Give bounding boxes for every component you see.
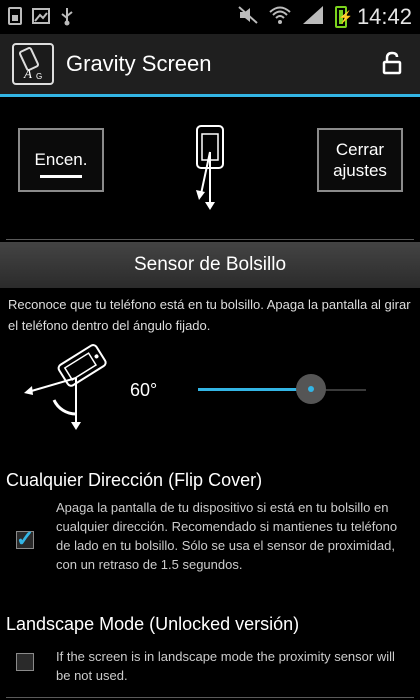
- action-bar: A G Gravity Screen: [0, 34, 420, 94]
- image-icon: [32, 7, 50, 27]
- battery-charging-icon: ⚡: [334, 6, 353, 28]
- status-time: 14:42: [356, 4, 412, 29]
- flip-cover-title: Cualquier Dirección (Flip Cover): [6, 470, 263, 490]
- pocket-sensor-description: Reconoce que tu teléfono está en tu bols…: [8, 297, 411, 333]
- svg-text:G: G: [36, 72, 42, 81]
- app-title: Gravity Screen: [66, 51, 212, 76]
- phone-orientation-icon: [189, 122, 235, 219]
- bottom-divider: [6, 697, 414, 698]
- angle-value: 60°: [130, 380, 158, 400]
- power-toggle-label: Encen.: [34, 150, 88, 169]
- angle-slider-fill: [198, 388, 311, 391]
- svg-text:A: A: [23, 66, 32, 81]
- app-icon[interactable]: A G: [12, 43, 54, 85]
- section-header: Sensor de Bolsillo: [0, 242, 420, 288]
- flip-cover-checkbox[interactable]: ✓: [16, 526, 34, 551]
- landscape-mode-checkbox[interactable]: ✓: [16, 653, 34, 671]
- landscape-mode-summary: If the screen is in landscape mode the p…: [56, 649, 395, 683]
- close-settings-button[interactable]: Cerrar ajustes: [317, 128, 403, 192]
- angle-diagram-icon: [22, 344, 122, 439]
- sim-icon: [8, 6, 22, 28]
- section-divider: [6, 239, 414, 240]
- landscape-mode-title: Landscape Mode (Unlocked versión): [6, 614, 300, 634]
- signal-icon: [301, 5, 325, 30]
- wifi-icon: [269, 5, 291, 30]
- angle-slider-thumb[interactable]: [295, 374, 326, 404]
- check-icon: ✓: [16, 526, 35, 551]
- unlock-icon[interactable]: [382, 51, 402, 80]
- close-settings-label-1: Cerrar: [335, 140, 385, 159]
- power-toggle-button[interactable]: Encen.: [18, 128, 104, 192]
- flip-cover-summary: Apaga la pantalla de tu dispositivo si e…: [56, 500, 398, 572]
- mute-icon: [237, 5, 259, 30]
- power-toggle-indicator: [40, 175, 82, 178]
- close-settings-label-2: ajustes: [333, 161, 387, 180]
- action-bar-divider: [0, 94, 420, 97]
- status-bar: ⚡ 14:42: [0, 0, 420, 34]
- usb-icon: [60, 6, 74, 29]
